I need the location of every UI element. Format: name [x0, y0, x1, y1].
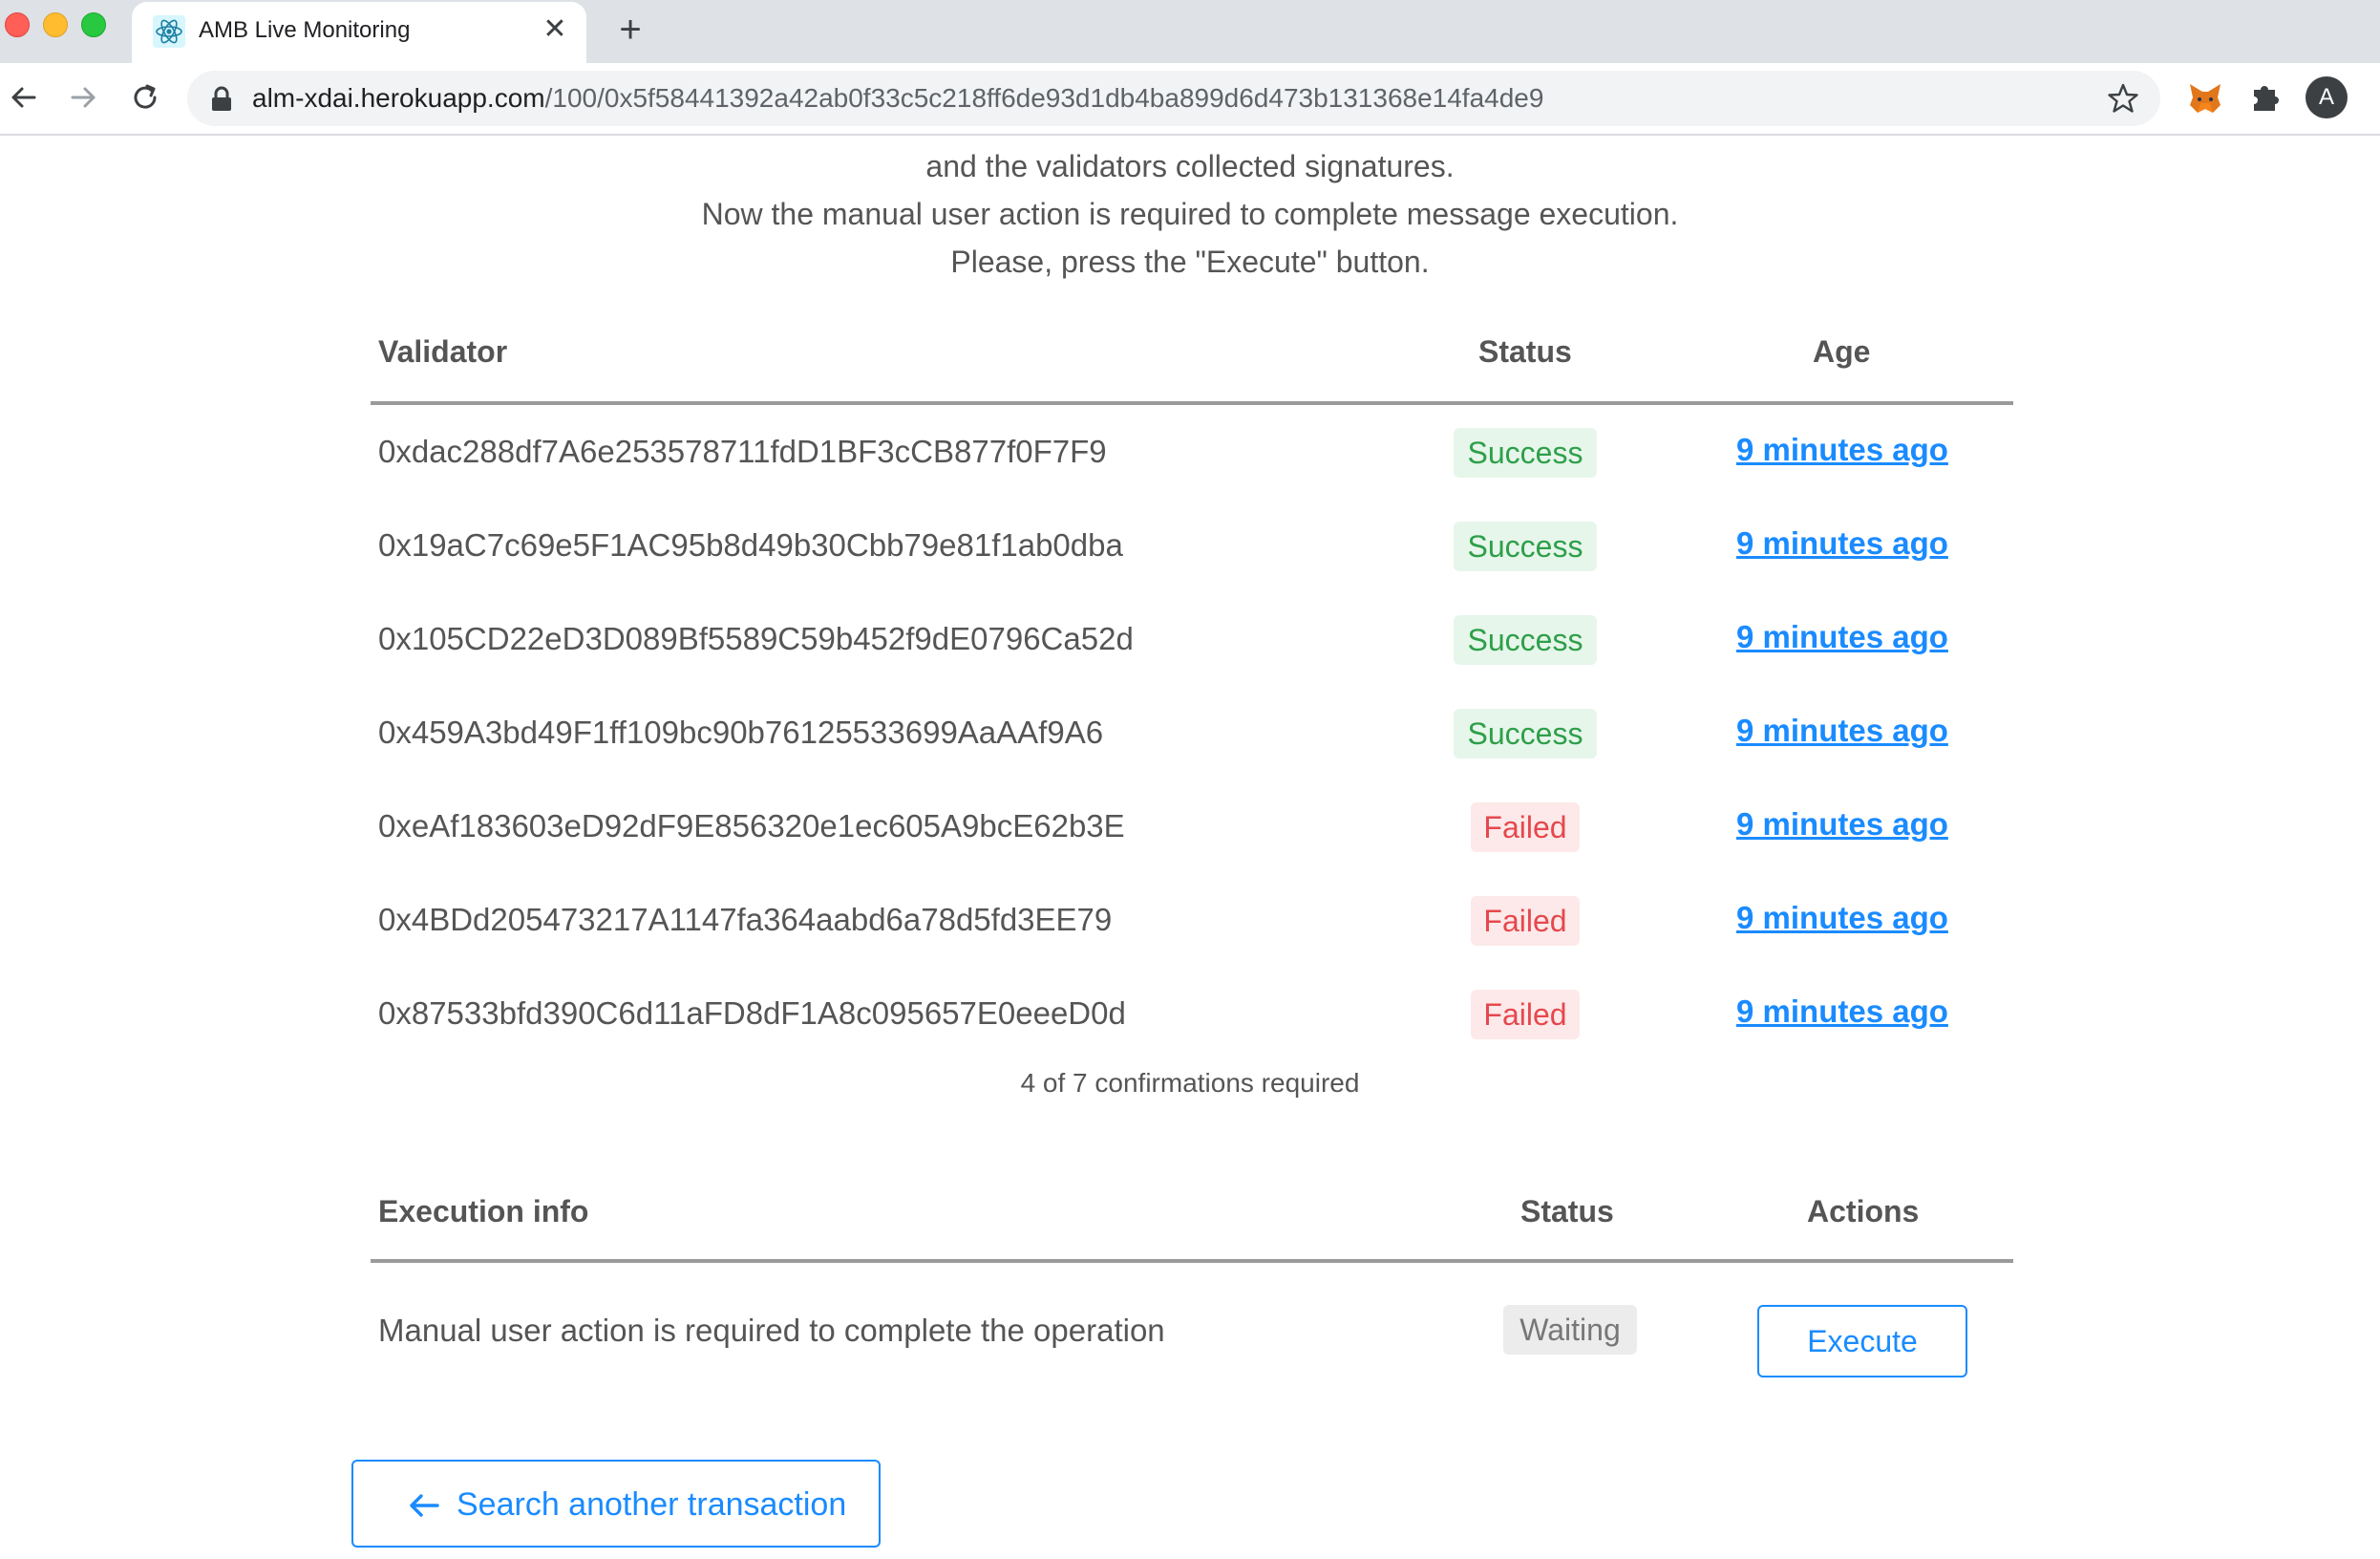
react-logo-icon	[153, 15, 185, 48]
validator-row: 0xeAf183603eD92dF9E856320e1ec605A9bcE62b…	[371, 780, 2013, 873]
execution-header-divider	[371, 1259, 2013, 1263]
age-link[interactable]: 9 minutes ago	[1736, 619, 1948, 655]
validator-address: 0x19aC7c69e5F1AC95b8d49b30Cbb79e81f1ab0d…	[378, 527, 1123, 563]
profile-avatar[interactable]: A	[2306, 76, 2348, 118]
header-status: Status	[1478, 334, 1572, 369]
page-content: and the validators collected signatures.…	[0, 134, 2380, 1559]
browser-tab-active[interactable]: AMB Live Monitoring ✕	[132, 2, 586, 63]
url-text[interactable]: alm-xdai.herokuapp.com/100/0x5f58441392a…	[252, 83, 1543, 114]
validator-row: 0x459A3bd49F1ff109bc90b76125533699AaAAf9…	[371, 686, 2013, 780]
age-link[interactable]: 9 minutes ago	[1736, 525, 1948, 562]
url-host: alm-xdai.herokuapp.com	[252, 83, 545, 113]
status-badge: Failed	[1471, 896, 1580, 946]
browser-tab-bar: AMB Live Monitoring ✕ +	[0, 0, 2380, 63]
age-link[interactable]: 9 minutes ago	[1736, 713, 1948, 749]
validator-address: 0x105CD22eD3D089Bf5589C59b452f9dE0796Ca5…	[378, 621, 1134, 656]
tab-title: AMB Live Monitoring	[199, 17, 411, 43]
header-validator: Validator	[378, 334, 508, 369]
validator-address: 0x87533bfd390C6d11aFD8dF1A8c095657E0eeeD…	[378, 995, 1126, 1031]
age-link[interactable]: 9 minutes ago	[1736, 993, 1948, 1030]
header-execution-info: Execution info	[378, 1194, 589, 1228]
window-zoom-button[interactable]	[81, 12, 106, 37]
bookmark-star-icon[interactable]	[2107, 82, 2139, 115]
extensions-puzzle-icon[interactable]	[2248, 80, 2283, 115]
header-execution-status: Status	[1520, 1194, 1614, 1228]
execution-info-text: Manual user action is required to comple…	[378, 1313, 1165, 1348]
validator-address: 0x459A3bd49F1ff109bc90b76125533699AaAAf9…	[378, 715, 1104, 750]
validator-address: 0xdac288df7A6e253578711fdD1BF3cCB877f0F7…	[378, 434, 1107, 469]
validator-row: 0x19aC7c69e5F1AC95b8d49b30Cbb79e81f1ab0d…	[371, 499, 2013, 592]
status-badge: Success	[1454, 522, 1597, 571]
address-bar[interactable]: alm-xdai.herokuapp.com/100/0x5f58441392a…	[187, 71, 2160, 126]
url-path: /100/0x5f58441392a42ab0f33c5c218ff6de93d…	[544, 83, 1544, 113]
intro-text-line-1: and the validators collected signatures.	[925, 149, 1455, 183]
validator-row: 0x105CD22eD3D089Bf5589C59b452f9dE0796Ca5…	[371, 592, 2013, 686]
status-badge: Failed	[1471, 990, 1580, 1039]
status-badge: Failed	[1471, 802, 1580, 852]
lock-icon[interactable]	[210, 86, 233, 113]
intro-text-line-3: Please, press the "Execute" button.	[950, 245, 1430, 279]
arrow-left-icon	[410, 1494, 439, 1517]
forward-arrow-icon[interactable]	[67, 80, 101, 115]
window-close-button[interactable]	[5, 12, 30, 37]
window-minimize-button[interactable]	[43, 12, 68, 37]
status-badge: Success	[1454, 709, 1597, 758]
reload-icon[interactable]	[128, 80, 162, 115]
age-link[interactable]: 9 minutes ago	[1736, 806, 1948, 843]
header-actions: Actions	[1807, 1194, 1920, 1228]
status-badge: Success	[1454, 428, 1597, 478]
confirmations-required: 4 of 7 confirmations required	[1020, 1068, 1360, 1098]
execute-button[interactable]: Execute	[1757, 1305, 1967, 1377]
search-another-transaction-button[interactable]: Search another transaction	[351, 1460, 881, 1548]
validator-row: 0x87533bfd390C6d11aFD8dF1A8c095657E0eeeD…	[371, 967, 2013, 1060]
validator-address: 0x4BDd205473217A1147fa364aabd6a78d5fd3EE…	[378, 902, 1113, 937]
metamask-fox-icon[interactable]	[2187, 80, 2223, 117]
validator-row: 0x4BDd205473217A1147fa364aabd6a78d5fd3EE…	[371, 873, 2013, 967]
search-another-transaction-label: Search another transaction	[457, 1486, 847, 1523]
age-link[interactable]: 9 minutes ago	[1736, 900, 1948, 936]
browser-toolbar: alm-xdai.herokuapp.com/100/0x5f58441392a…	[0, 63, 2380, 136]
header-age: Age	[1813, 334, 1871, 369]
back-arrow-icon[interactable]	[6, 80, 40, 115]
validator-address: 0xeAf183603eD92dF9E856320e1ec605A9bcE62b…	[378, 808, 1125, 844]
age-link[interactable]: 9 minutes ago	[1736, 432, 1948, 468]
tab-close-icon[interactable]: ✕	[541, 15, 569, 44]
status-badge: Success	[1454, 615, 1597, 665]
new-tab-button[interactable]: +	[611, 11, 649, 50]
intro-text-line-2: Now the manual user action is required t…	[701, 197, 1679, 231]
waiting-status-badge: Waiting	[1503, 1305, 1637, 1355]
validator-row: 0xdac288df7A6e253578711fdD1BF3cCB877f0F7…	[371, 405, 2013, 499]
